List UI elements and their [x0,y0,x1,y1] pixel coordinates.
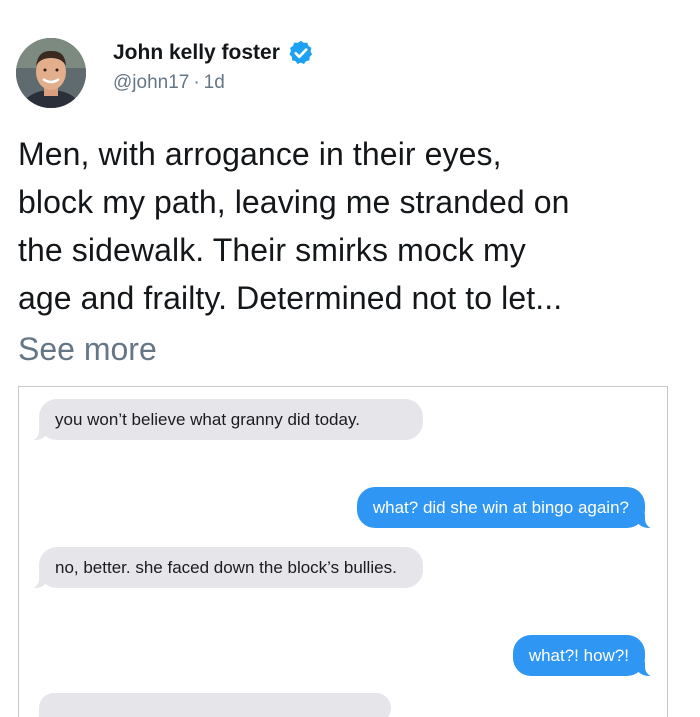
message-text: what? did she win at bingo again? [372,498,629,517]
tweet-text-line: block my path, leaving me stranded on [18,184,570,220]
tweet-media-screenshot[interactable]: you won’t believe what granny did today.… [18,386,668,717]
message-bubble-incoming: you won’t believe what granny did today. [27,399,423,441]
message-text: what?! how?! [528,646,629,665]
tweet-text-line: Men, with arrogance in their eyes, [18,136,502,172]
tweet-text-line: the sidewalk. Their smirks mock my [18,232,526,268]
tweet-card: John kelly foster @john17 · 1d Men, with a… [0,0,700,717]
tweet-meta: @john17 · 1d [113,72,225,94]
message-text: no, better. she faced down the block’s b… [55,558,397,577]
message-text: you won’t believe what granny did today. [55,410,360,429]
avatar-photo [16,38,86,108]
see-more-link[interactable]: See more [18,327,157,371]
author-avatar[interactable] [16,38,86,108]
verified-badge-icon [287,39,315,67]
tweet-text: Men, with arrogance in their eyes, block… [18,130,688,322]
message-bubble-outgoing: what? did she win at bingo again? [356,487,658,529]
tweet-text-line: age and frailty. Determined not to let..… [18,280,563,316]
message-bubble-incoming-partial [27,693,391,717]
tweet-timestamp[interactable]: 1d [204,72,225,93]
author-name-row: John kelly foster [113,38,315,68]
meta-separator: · [193,72,200,93]
message-bubble-outgoing: what?! how?! [512,635,658,677]
author-handle[interactable]: @john17 [113,72,189,93]
author-name[interactable]: John kelly foster [113,41,280,65]
message-bubble-incoming: no, better. she faced down the block’s b… [27,547,423,589]
